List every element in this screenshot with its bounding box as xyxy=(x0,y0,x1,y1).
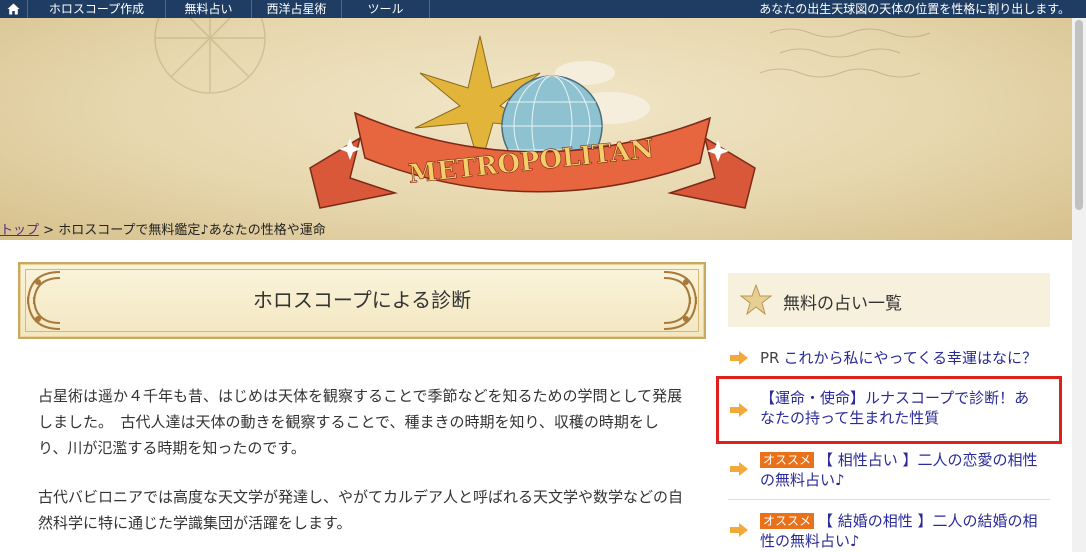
nav-western-astrology[interactable]: 西洋占星術 xyxy=(252,0,342,18)
breadcrumb-separator: > xyxy=(43,223,55,238)
breadcrumb: トップ > ホロスコープで無料鑑定♪あなたの性格や運命 xyxy=(0,219,326,238)
main-heading-box: ホロスコープによる診断 xyxy=(18,262,706,339)
star-icon xyxy=(740,284,772,316)
site-tagline: あなたの出生天球図の天体の位置を性格に割り出します。 xyxy=(759,2,1070,16)
page-title: ホロスコープによる診断 xyxy=(252,288,472,312)
sidebar-heading: 無料の占い一覧 xyxy=(728,273,1050,327)
recommended-badge: オススメ xyxy=(760,452,815,468)
arrow-right-icon xyxy=(730,523,748,537)
recommended-badge: オススメ xyxy=(760,513,815,529)
sidebar-divider xyxy=(728,499,1050,500)
history-paragraph: 古代バビロニアでは高度な天文学が発達し、やがてカルデア人と呼ばれる天文学や数学な… xyxy=(38,488,684,532)
nav-free-fortune[interactable]: 無料占い xyxy=(166,0,252,18)
nav-horoscope-create[interactable]: ホロスコープ作成 xyxy=(28,0,166,18)
home-icon xyxy=(7,3,20,15)
breadcrumb-current: ホロスコープで無料鑑定♪あなたの性格や運命 xyxy=(58,223,326,238)
highlight-box xyxy=(716,376,1062,444)
sidebar-item-compatibility[interactable]: オススメ【 相性占い 】二人の恋愛の相性の無料占い♪ xyxy=(728,450,1050,494)
breadcrumb-home-link[interactable]: トップ xyxy=(0,223,39,238)
arrow-right-icon xyxy=(730,351,748,365)
sidebar-item-label[interactable]: これから私にやってくる幸運はなに？ xyxy=(783,349,1037,367)
scrollbar-thumb[interactable] xyxy=(1075,20,1083,210)
sidebar-item-marriage[interactable]: オススメ【 結婚の相性 】二人の結婚の相性の無料占い♪ xyxy=(728,511,1050,552)
header-banner: METROPOLITAN xyxy=(0,18,1072,240)
pr-label: PR xyxy=(760,349,780,367)
sidebar-item-lucky[interactable]: PR これから私にやってくる幸運はなに？ xyxy=(728,348,1050,370)
top-nav: ホロスコープ作成 無料占い 西洋占星術 ツール あなたの出生天球図の天体の位置を… xyxy=(0,0,1086,18)
banner-illustration: METROPOLITAN xyxy=(154,18,931,209)
nav-tools[interactable]: ツール xyxy=(342,0,430,18)
arrow-right-icon xyxy=(730,462,748,476)
sidebar-title: 無料の占い一覧 xyxy=(783,294,902,314)
home-button[interactable] xyxy=(0,0,28,18)
intro-paragraph: 占星術は遥か４千年も昔、はじめは天体を観察することで季節などを知るための学問とし… xyxy=(38,387,683,457)
